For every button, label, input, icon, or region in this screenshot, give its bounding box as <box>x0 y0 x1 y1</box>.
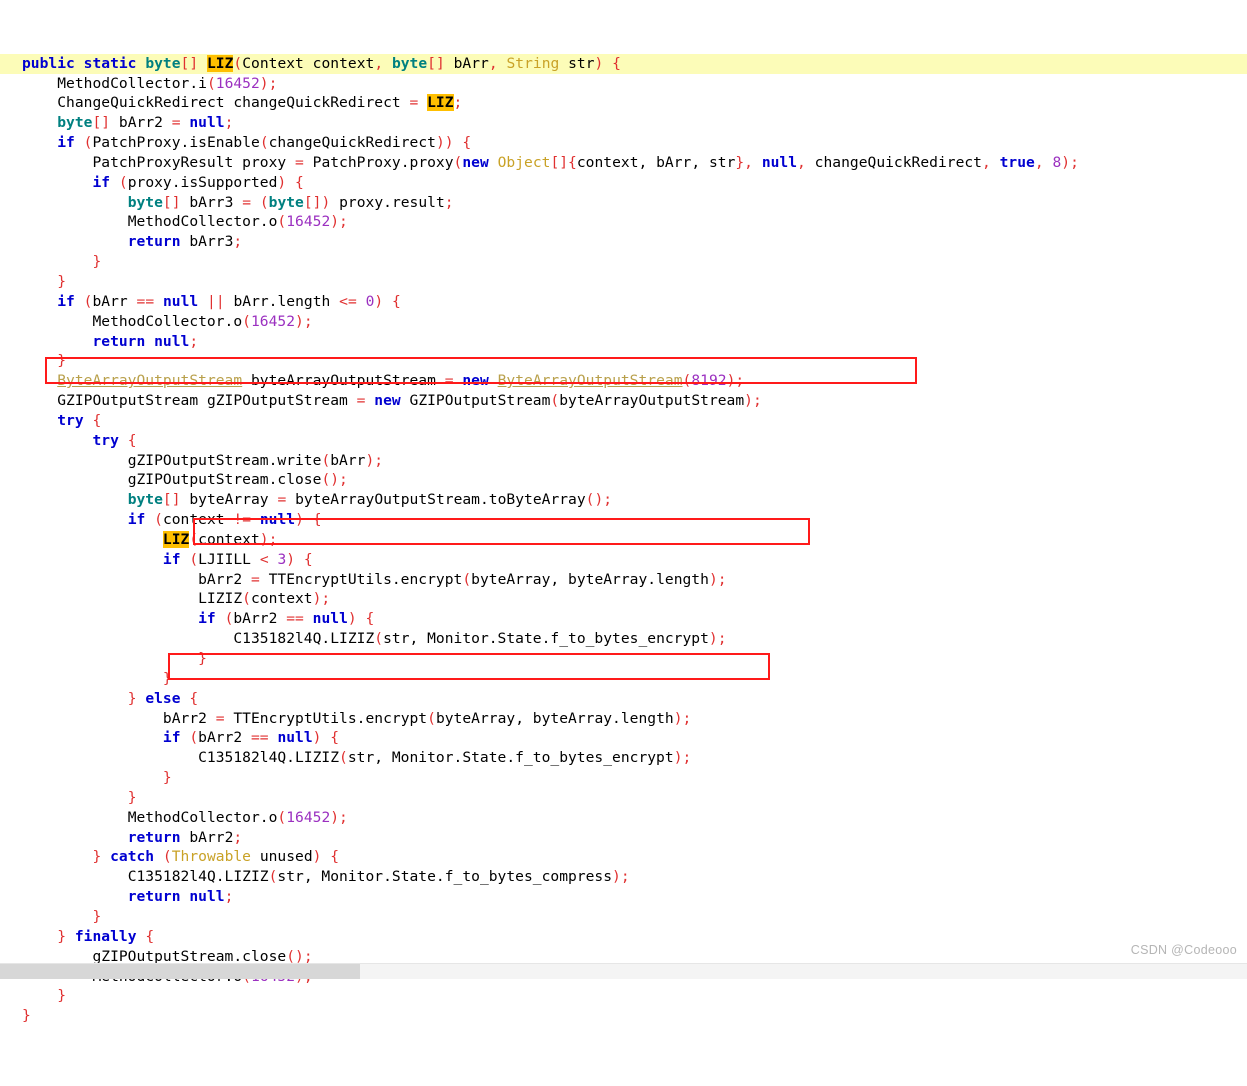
code-viewer[interactable]: public static byte[] LIZ(Context context… <box>0 0 1247 1024</box>
code-line-30: C135182l4Q.LIZIZ(str, Monitor.State.f_to… <box>233 630 727 648</box>
code-line-41: } catch (Throwable unused) { <box>92 848 340 866</box>
code-line-37: } <box>162 769 172 787</box>
code-line-38: } <box>127 788 137 806</box>
code-line-9: MethodCollector.o(16452); <box>127 213 348 231</box>
code-line-1: public static byte[] LIZ(Context context… <box>0 53 1247 74</box>
search-match-highlight: LIZ <box>206 54 234 72</box>
code-line-22: gZIPOutputStream.close(); <box>127 471 348 489</box>
code-line-19: try { <box>57 411 102 429</box>
code-line-49: } <box>22 1007 31 1025</box>
watermark: CSDN @Codeooo <box>1130 943 1237 957</box>
code-line-11: } <box>92 253 102 271</box>
code-line-13: if (bArr == null || bArr.length <= 0) { <box>57 292 401 310</box>
horizontal-scrollbar-track[interactable] <box>0 963 1247 979</box>
code-line-12: } <box>57 272 67 290</box>
search-match-highlight: LIZ <box>162 530 190 548</box>
code-line-27: bArr2 = TTEncryptUtils.encrypt(byteArray… <box>198 570 727 588</box>
code-line-42: C135182l4Q.LIZIZ(str, Monitor.State.f_to… <box>127 868 630 886</box>
code-line-4: byte[] bArr2 = null; <box>57 114 234 132</box>
code-line-3: ChangeQuickRedirect changeQuickRedirect … <box>57 94 463 112</box>
code-line-7: if (proxy.isSupported) { <box>92 173 304 191</box>
search-match-highlight: LIZ <box>427 94 454 112</box>
code-line-29: if (bArr2 == null) { <box>198 610 375 628</box>
code-line-28: LIZIZ(context); <box>198 590 331 608</box>
code-line-40: return bArr2; <box>127 828 243 846</box>
code-line-10: return bArr3; <box>127 233 243 251</box>
code-line-32: } <box>162 669 172 687</box>
code-line-25: LIZ(context); <box>162 530 278 548</box>
code-line-48: } <box>57 987 67 1005</box>
source-code-block[interactable]: public static byte[] LIZ(Context context… <box>0 14 1247 1086</box>
code-line-14: MethodCollector.o(16452); <box>92 312 313 330</box>
code-line-23: byte[] byteArray = byteArrayOutputStream… <box>127 491 613 509</box>
code-line-8: byte[] bArr3 = (byte[]) proxy.result; <box>127 193 454 211</box>
code-line-15: return null; <box>92 332 199 350</box>
code-line-18: GZIPOutputStream gZIPOutputStream = new … <box>57 392 762 410</box>
code-line-5: if (PatchProxy.isEnable(changeQuickRedir… <box>57 134 472 152</box>
code-line-35: if (bArr2 == null) { <box>162 729 340 747</box>
code-line-36: C135182l4Q.LIZIZ(str, Monitor.State.f_to… <box>198 749 692 767</box>
code-line-33: } else { <box>127 689 199 707</box>
code-line-31: } <box>198 650 207 667</box>
code-line-2: MethodCollector.i(16452); <box>57 74 278 92</box>
code-line-26: if (LJIILL < 3) { <box>162 550 313 568</box>
code-line-6: PatchProxyResult proxy = PatchProxy.prox… <box>92 153 1079 171</box>
code-line-17: ByteArrayOutputStream byteArrayOutputStr… <box>57 372 745 390</box>
code-line-16: } <box>57 352 67 370</box>
code-line-39: MethodCollector.o(16452); <box>127 808 348 826</box>
code-line-45: } finally { <box>57 927 155 945</box>
code-line-44: } <box>92 907 102 925</box>
horizontal-scrollbar-thumb[interactable] <box>0 964 360 979</box>
code-line-24: if (context != null) { <box>127 511 322 529</box>
code-line-43: return null; <box>127 888 234 906</box>
code-line-34: bArr2 = TTEncryptUtils.encrypt(byteArray… <box>162 709 692 727</box>
code-line-20: try { <box>92 431 137 449</box>
code-line-21: gZIPOutputStream.write(bArr); <box>127 451 384 469</box>
